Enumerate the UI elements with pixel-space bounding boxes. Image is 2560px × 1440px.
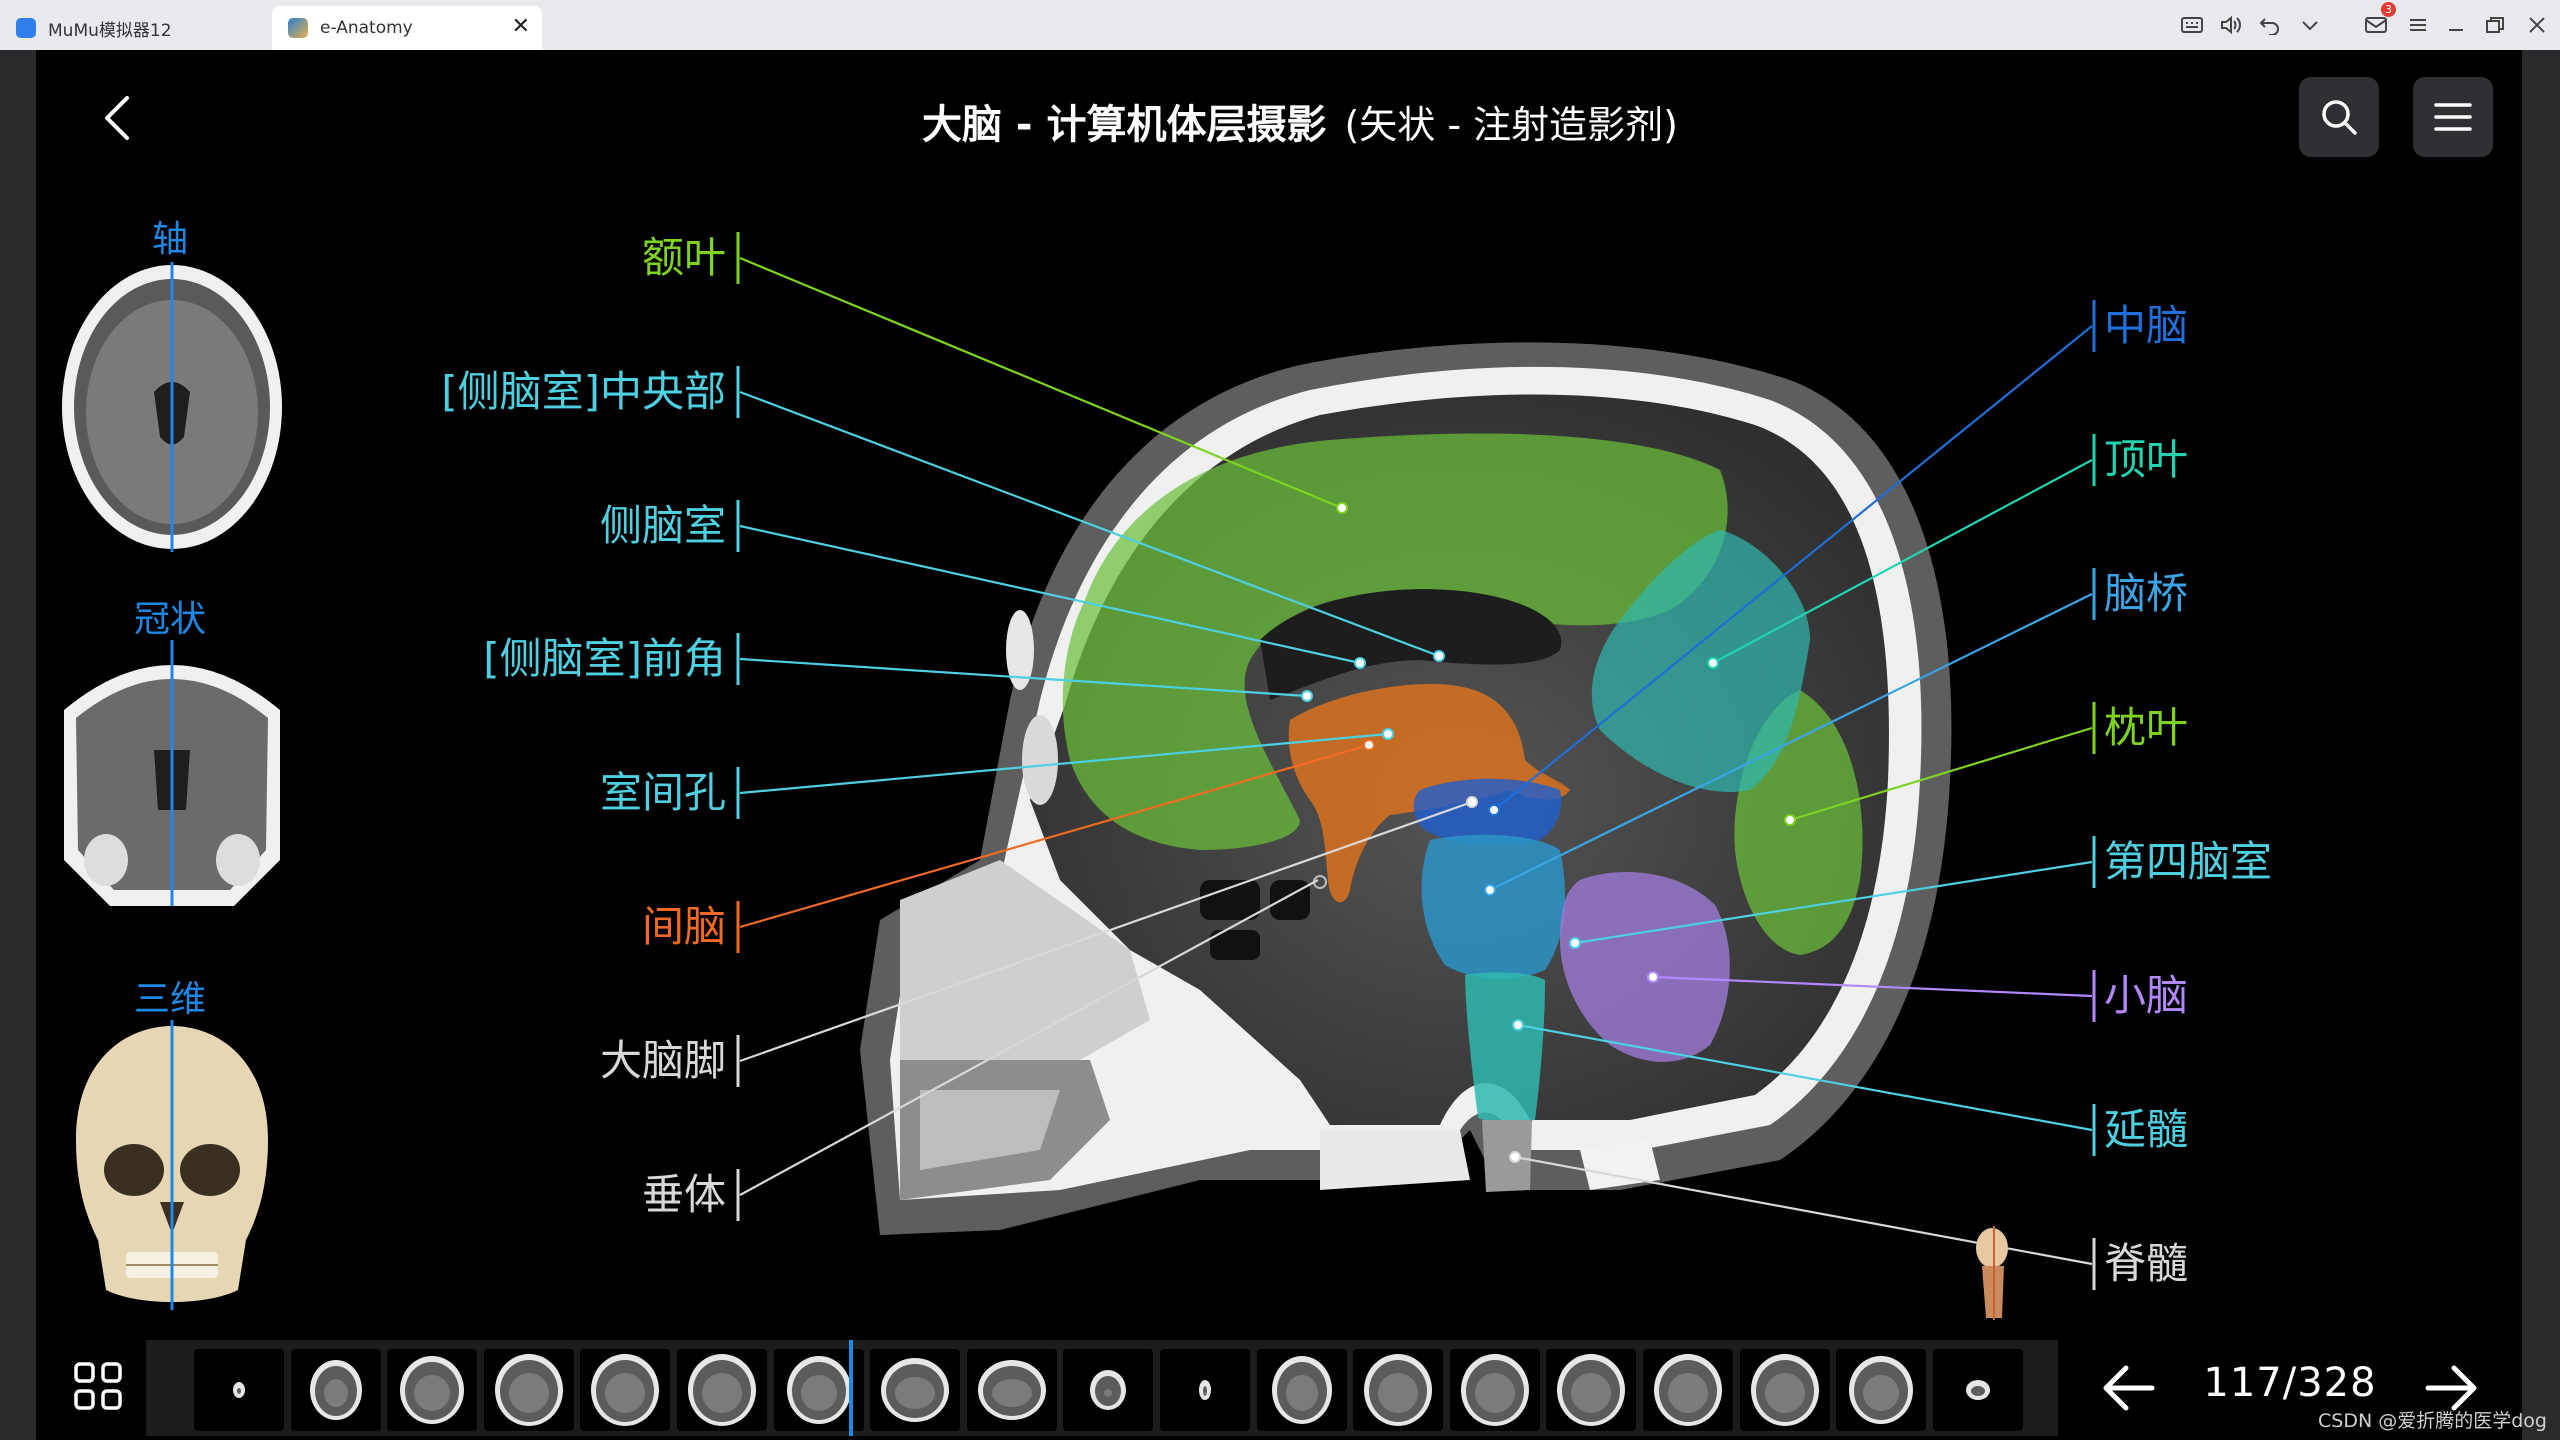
slice-thumbnail[interactable]: [1836, 1349, 1927, 1431]
slice-thumbnail[interactable]: [966, 1349, 1057, 1431]
label-lateral-ventricle[interactable]: 侧脑室: [400, 501, 726, 551]
chevron-left-icon: [105, 96, 129, 140]
label-cerebellum[interactable]: 小脑: [2104, 971, 2188, 1021]
slice-thumbnail[interactable]: [483, 1349, 574, 1431]
slice-thumbnail[interactable]: [194, 1349, 284, 1431]
label-midbrain[interactable]: 中脑: [2104, 301, 2188, 351]
label-fourth-ventricle[interactable]: 第四脑室: [2104, 837, 2272, 887]
label-diencephalon[interactable]: 间脑: [400, 902, 726, 952]
view-label-coronal[interactable]: 冠状: [70, 590, 270, 642]
slice-thumbnail[interactable]: [1256, 1349, 1347, 1431]
skull-3d-thumbnail[interactable]: [56, 1020, 288, 1310]
label-pons[interactable]: 脑桥: [2104, 569, 2188, 619]
page-title: 大脑 - 计算机体层摄影 (矢状 - 注射造影剂): [800, 92, 1800, 150]
menu-button[interactable]: [2413, 77, 2493, 157]
back-button[interactable]: [92, 90, 142, 146]
title-main: 大脑 - 计算机体层摄影: [922, 102, 1327, 148]
previous-image-button[interactable]: [2098, 1356, 2162, 1420]
slice-thumbnail[interactable]: [387, 1349, 478, 1431]
grid-icon: [74, 1362, 122, 1410]
label-anterior-horn[interactable]: [侧脑室]前角: [300, 634, 726, 684]
label-occipital-lobe[interactable]: 枕叶: [2104, 703, 2188, 753]
title-subtitle: (矢状 - 注射造影剂): [1344, 103, 1678, 147]
label-lateral-ventricle-body[interactable]: [侧脑室]中央部: [300, 367, 726, 417]
region-pons[interactable]: [1421, 834, 1565, 980]
page-counter: 117/328: [2203, 1360, 2377, 1406]
label-spinal-cord[interactable]: 脊髓: [2104, 1239, 2188, 1289]
slice-thumbnail[interactable]: [1643, 1349, 1733, 1431]
slice-thumbnail[interactable]: [1932, 1349, 2023, 1431]
search-button[interactable]: [2299, 77, 2379, 157]
slice-thumbnail[interactable]: [1160, 1349, 1250, 1431]
menu-icon: [2434, 103, 2472, 131]
slice-thumbnail[interactable]: [290, 1349, 381, 1431]
slice-thumbnail[interactable]: [1739, 1349, 1830, 1431]
label-frontal-lobe[interactable]: 额叶: [400, 233, 726, 283]
label-medulla[interactable]: 延髓: [2104, 1105, 2188, 1155]
slice-thumbnail[interactable]: [1449, 1349, 1540, 1431]
arrow-left-icon: [2103, 1365, 2155, 1411]
watermark: CSDN @爱折腾的医学dog: [2318, 1410, 2547, 1432]
region-spinal-cord[interactable]: [1482, 1120, 1532, 1192]
slice-thumbnail[interactable]: [677, 1349, 767, 1431]
label-pituitary[interactable]: 垂体: [400, 1170, 726, 1220]
label-parietal-lobe[interactable]: 顶叶: [2104, 435, 2188, 485]
current-slice-indicator: [849, 1340, 853, 1436]
axial-view-thumbnail[interactable]: [56, 262, 288, 552]
view-label-axial[interactable]: 轴: [70, 210, 270, 262]
label-cerebral-peduncle[interactable]: 大脑脚: [400, 1036, 726, 1086]
slice-thumbnail[interactable]: [580, 1349, 671, 1431]
slice-thumbnail[interactable]: [870, 1349, 961, 1431]
slice-thumbnail[interactable]: [1353, 1349, 1444, 1431]
coronal-view-thumbnail[interactable]: [54, 640, 290, 906]
slice-thumbnail[interactable]: [1063, 1349, 1154, 1431]
label-interventricular-foramen[interactable]: 室间孔: [400, 768, 726, 818]
slice-thumbnail[interactable]: [1546, 1349, 1637, 1431]
view-label-3d[interactable]: 三维: [70, 970, 270, 1022]
grid-view-button[interactable]: [72, 1360, 124, 1412]
region-medulla[interactable]: [1465, 972, 1545, 1123]
search-icon: [2322, 100, 2357, 135]
